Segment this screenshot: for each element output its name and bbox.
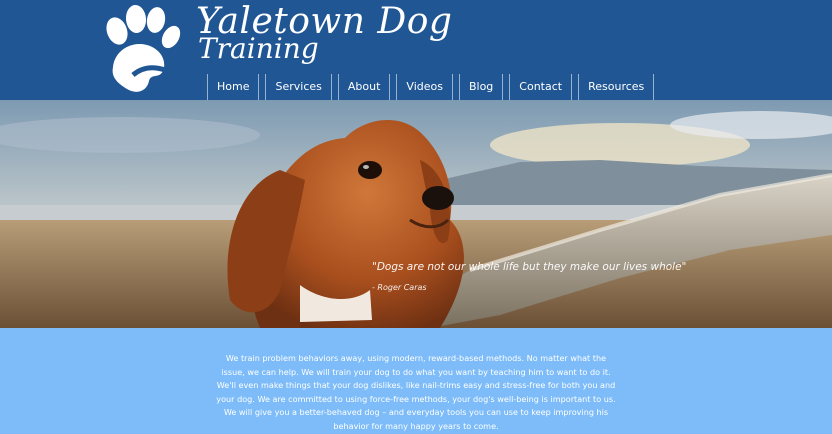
nav-services[interactable]: Services	[265, 74, 332, 100]
nav-videos[interactable]: Videos	[396, 74, 453, 100]
nav-resources[interactable]: Resources	[578, 74, 655, 100]
hero-quote-author: - Roger Caras	[372, 283, 427, 292]
main-nav: Home Services About Videos Blog Contact …	[207, 74, 655, 100]
brand-name-line2[interactable]: Training	[198, 32, 319, 66]
nav-contact[interactable]: Contact	[509, 74, 573, 100]
nav-about[interactable]: About	[337, 74, 391, 100]
hero-image	[0, 100, 832, 328]
intro-section: We train problem behaviors away, using m…	[0, 328, 832, 434]
site-header: Yaletown Dog Training Home Services Abou…	[0, 0, 832, 100]
hero-banner	[0, 100, 832, 328]
hero-quote: "Dogs are not our whole life but they ma…	[372, 261, 687, 273]
intro-paragraph: We train problem behaviors away, using m…	[216, 353, 616, 431]
paw-print-icon[interactable]	[103, 5, 185, 93]
nav-blog[interactable]: Blog	[458, 74, 504, 100]
nav-home[interactable]: Home	[207, 74, 260, 100]
